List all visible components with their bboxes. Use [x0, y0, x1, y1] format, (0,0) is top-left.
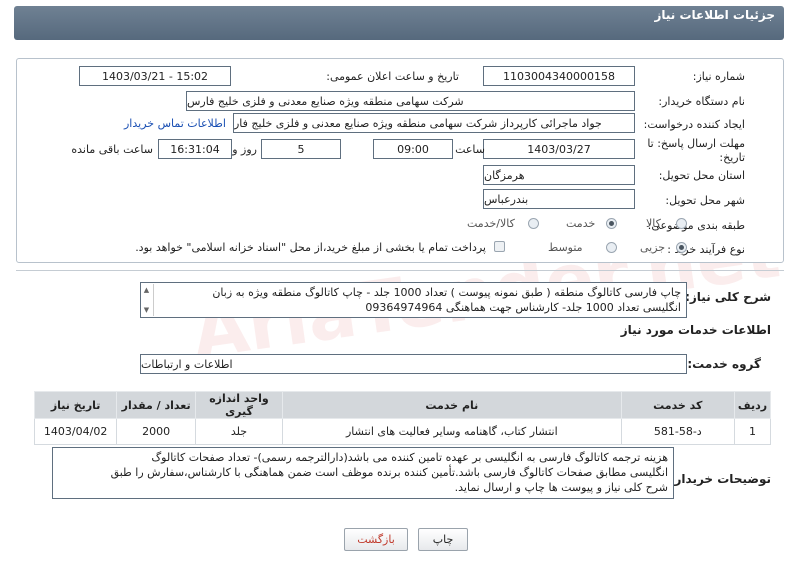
announce-label: تاریخ و ساعت اعلان عمومی:: [326, 70, 459, 83]
buyer-notes-label: توضیحات خریدار:: [669, 472, 771, 486]
col-service-name: نام خدمت: [282, 391, 622, 419]
service-group-label: گروه خدمت:: [687, 357, 761, 371]
announce-field[interactable]: 1403/03/21 - 15:02: [79, 66, 231, 86]
deadline-date-label: تاریخ:: [719, 151, 745, 164]
details-panel: [16, 58, 784, 263]
cell-row: 1: [733, 418, 772, 445]
description-line-1: چاپ فارسی کاتالوگ منطقه ( طبق نمونه پیوس…: [212, 286, 681, 299]
col-date: تاریخ نیاز: [33, 391, 118, 419]
services-section-title: اطلاعات خدمات مورد نیاز: [620, 323, 771, 337]
city-field[interactable]: بندرعباس: [483, 189, 635, 209]
deadline-date-field[interactable]: 1403/03/27: [483, 139, 635, 159]
table-row[interactable]: 1403/04/02 2000 جلد انتشار کتاب، گاهنامه…: [33, 418, 772, 445]
divider: [16, 270, 784, 271]
need-number-label: شماره نیاز:: [692, 70, 745, 83]
back-button[interactable]: بازگشت: [344, 528, 408, 551]
buyer-org-field[interactable]: شرکت سهامی منطقه ویژه صنایع معدنی و فلزی…: [186, 91, 635, 111]
treasury-checkbox[interactable]: [494, 241, 505, 252]
payment-note: پرداخت تمام یا بخشی از مبلغ خرید،از محل …: [135, 241, 486, 254]
deadline-time-field[interactable]: 09:00: [373, 139, 453, 159]
city-label: شهر محل تحویل:: [665, 194, 745, 207]
buyer-notes-line-3: شرح کلی نیاز و پیوست ها چاپ و ارسال نمای…: [454, 481, 668, 494]
col-service-code: کد خدمت: [620, 391, 735, 419]
requester-label: ایجاد کننده درخواست:: [643, 118, 745, 131]
deadline-label: مهلت ارسال پاسخ: تا: [647, 137, 745, 150]
buyer-notes-textarea[interactable]: هزینه ترجمه کاتالوگ فارسی به انگلیسی بر …: [52, 447, 674, 499]
scroll-up-icon[interactable]: ▲: [144, 286, 149, 294]
category-radio-goods[interactable]: [676, 218, 687, 229]
cell-date: 1403/04/02: [33, 418, 118, 445]
cell-qty: 2000: [116, 418, 196, 445]
description-line-2: انگلیسی تعداد 1000 جلد- کارشناس جهت هماه…: [365, 301, 681, 314]
col-qty: تعداد / مقدار: [116, 391, 196, 419]
page-title: جزئیات اطلاعات نیاز: [654, 8, 775, 22]
description-label: شرح کلی نیاز:: [685, 290, 771, 304]
service-group-field[interactable]: اطلاعات و ارتباطات: [140, 354, 687, 374]
category-goods-service-label: کالا/خدمت: [467, 217, 515, 230]
cell-service-code: د-58-581: [620, 418, 735, 445]
process-medium-label: متوسط: [548, 241, 583, 254]
remaining-label: ساعت باقی مانده: [71, 143, 153, 156]
requester-field[interactable]: جواد ماجرائی کارپرداز شرکت سهامی منطقه و…: [233, 113, 635, 133]
process-radio-minor[interactable]: [676, 242, 687, 253]
province-label: استان محل تحویل:: [658, 169, 745, 182]
description-textarea[interactable]: چاپ فارسی کاتالوگ منطقه ( طبق نمونه پیوس…: [140, 282, 687, 318]
deadline-time-label: ساعت: [455, 143, 485, 156]
remaining-time-field[interactable]: 16:31:04: [158, 139, 232, 159]
category-radio-service[interactable]: [606, 218, 617, 229]
category-goods-label: کالا: [646, 217, 661, 230]
buyer-notes-line-1: هزینه ترجمه کاتالوگ فارسی به انگلیسی بر …: [151, 451, 668, 464]
province-field[interactable]: هرمزگان: [483, 165, 635, 185]
buyer-notes-line-2: انگلیسی مطابق صفحات کاتالوگ فارسی باشد.ت…: [110, 466, 668, 479]
process-radio-medium[interactable]: [606, 242, 617, 253]
buyer-org-label: نام دستگاه خریدار:: [658, 95, 745, 108]
table-header-row: تاریخ نیاز تعداد / مقدار واحد اندازه گیر…: [33, 391, 772, 419]
category-label: طبقه بندی موضوعی:: [647, 219, 745, 232]
cell-unit: جلد: [194, 418, 284, 445]
services-table: تاریخ نیاز تعداد / مقدار واحد اندازه گیر…: [33, 391, 772, 445]
days-remaining-field[interactable]: 5: [261, 139, 341, 159]
need-number-field[interactable]: 1103004340000158: [483, 66, 635, 86]
cell-service-name: انتشار کتاب، گاهنامه وسایر فعالیت های ان…: [282, 418, 622, 445]
col-row: ردیف: [733, 391, 772, 419]
category-service-label: خدمت: [566, 217, 596, 230]
days-label: روز و: [232, 143, 257, 156]
print-button[interactable]: چاپ: [418, 528, 468, 551]
contact-buyer-link[interactable]: اطلاعات تماس خریدار: [124, 117, 226, 130]
process-minor-label: جزیی: [640, 241, 666, 254]
col-unit: واحد اندازه گیری: [194, 391, 284, 419]
category-radio-goods-service[interactable]: [528, 218, 539, 229]
scroll-down-icon[interactable]: ▼: [144, 306, 149, 314]
description-scrollbar[interactable]: ▲ ▼: [140, 284, 154, 316]
